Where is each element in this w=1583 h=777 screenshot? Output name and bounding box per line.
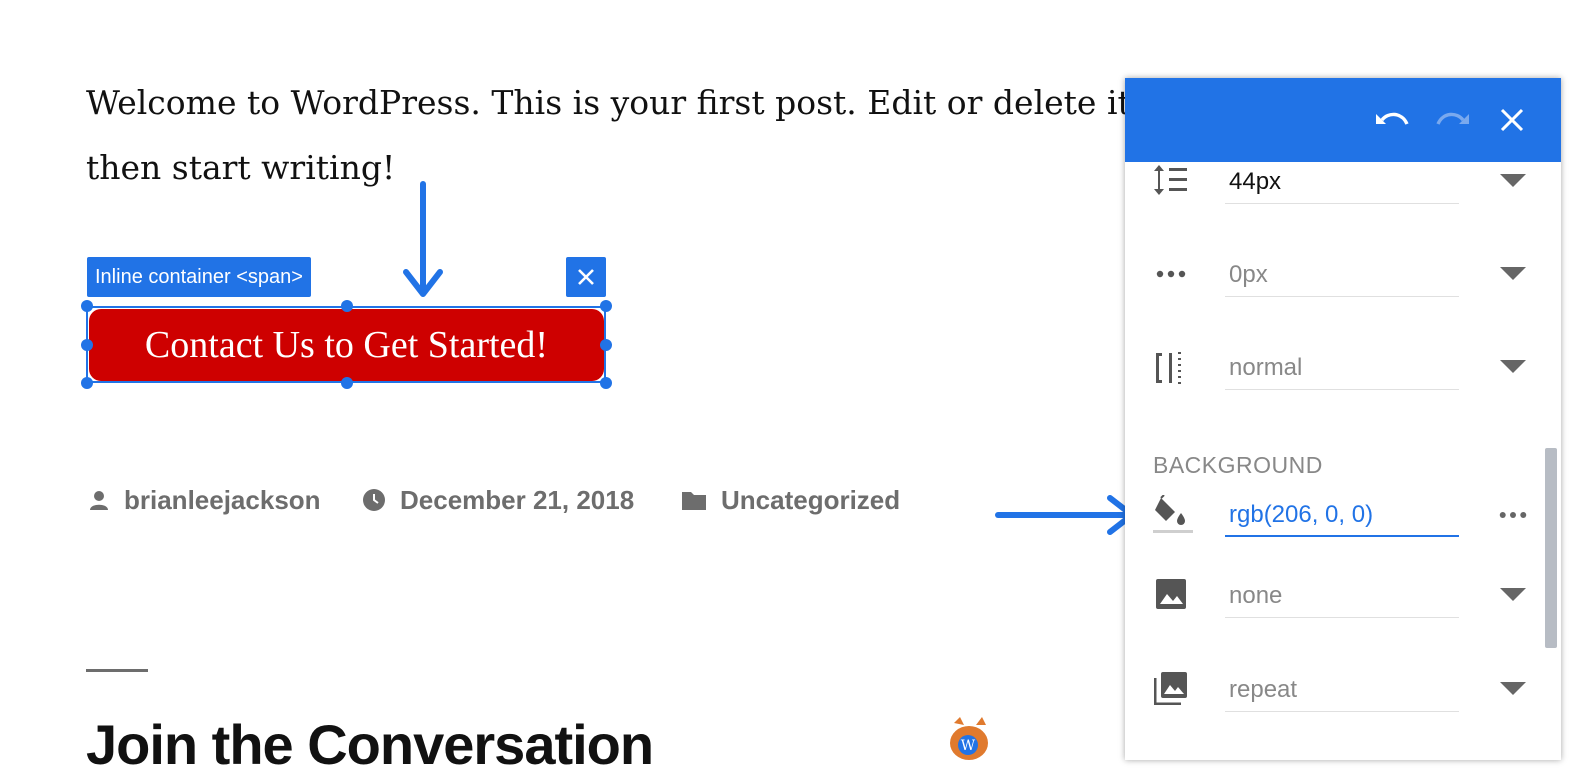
resize-handle-bm[interactable] (341, 377, 353, 389)
word-spacing-icon (1153, 350, 1189, 386)
close-panel-button[interactable] (1492, 100, 1532, 140)
post-category[interactable]: Uncategorized (681, 482, 900, 518)
background-section-title: BACKGROUND (1153, 452, 1323, 478)
chevron-down-icon[interactable] (1499, 353, 1527, 381)
more-options-button[interactable] (1499, 501, 1527, 529)
resize-handle-tl[interactable] (81, 300, 93, 312)
redo-button[interactable] (1433, 100, 1473, 140)
background-image-input[interactable]: none (1225, 574, 1459, 618)
chevron-down-icon[interactable] (1499, 675, 1527, 703)
comments-heading: Join the Conversation (86, 713, 654, 776)
resize-handle-tm[interactable] (341, 300, 353, 312)
letter-spacing-input[interactable]: 0px (1225, 253, 1459, 297)
close-icon (578, 269, 594, 285)
chevron-down-icon[interactable] (1499, 167, 1527, 195)
word-spacing-input[interactable]: normal (1225, 346, 1459, 390)
clock-icon (363, 489, 385, 511)
person-icon (90, 491, 108, 510)
section-separator (86, 669, 148, 672)
image-stack-icon (1153, 670, 1189, 706)
image-icon (1153, 576, 1189, 612)
resize-handle-mr[interactable] (600, 339, 612, 351)
folder-icon (682, 492, 706, 510)
annotation-arrow-down (403, 181, 443, 297)
background-repeat-input[interactable]: repeat (1225, 668, 1459, 712)
panel-header (1125, 78, 1561, 162)
style-editor-panel: 44px 0px normal BACKGROUND rgb(206, 0, 0… (1125, 78, 1561, 760)
post-paragraph: Welcome to WordPress. This is your first… (86, 83, 1142, 187)
color-swatch-underline (1153, 530, 1193, 533)
chevron-down-icon[interactable] (1499, 581, 1527, 609)
chevron-down-icon[interactable] (1499, 260, 1527, 288)
undo-icon (1376, 112, 1409, 125)
selection-outline (86, 306, 606, 383)
resize-handle-ml[interactable] (81, 339, 93, 351)
resize-handle-br[interactable] (600, 377, 612, 389)
undo-button[interactable] (1372, 100, 1412, 140)
mascot-icon: W (950, 717, 988, 760)
element-type-label: Inline container <span> (87, 257, 311, 297)
date-text[interactable]: December 21, 2018 (400, 485, 634, 516)
svg-text:W: W (961, 738, 976, 754)
background-color-input[interactable]: rgb(206, 0, 0) (1225, 493, 1459, 537)
post-author[interactable]: brianleejackson (88, 482, 321, 518)
line-height-input[interactable]: 44px (1225, 160, 1459, 204)
redo-icon (1436, 112, 1469, 125)
line-height-icon (1153, 162, 1189, 198)
author-name[interactable]: brianleejackson (124, 485, 321, 516)
more-horiz-icon (1499, 512, 1527, 518)
post-date[interactable]: December 21, 2018 (362, 482, 634, 518)
resize-handle-bl[interactable] (81, 377, 93, 389)
deselect-button[interactable] (566, 257, 606, 297)
close-icon (1500, 108, 1524, 132)
paint-bucket-icon (1153, 493, 1189, 529)
panel-scrollbar[interactable] (1545, 448, 1557, 648)
annotation-arrow-right (995, 495, 1135, 535)
category-text[interactable]: Uncategorized (721, 485, 900, 516)
more-horiz-icon (1153, 256, 1189, 292)
resize-handle-tr[interactable] (600, 300, 612, 312)
